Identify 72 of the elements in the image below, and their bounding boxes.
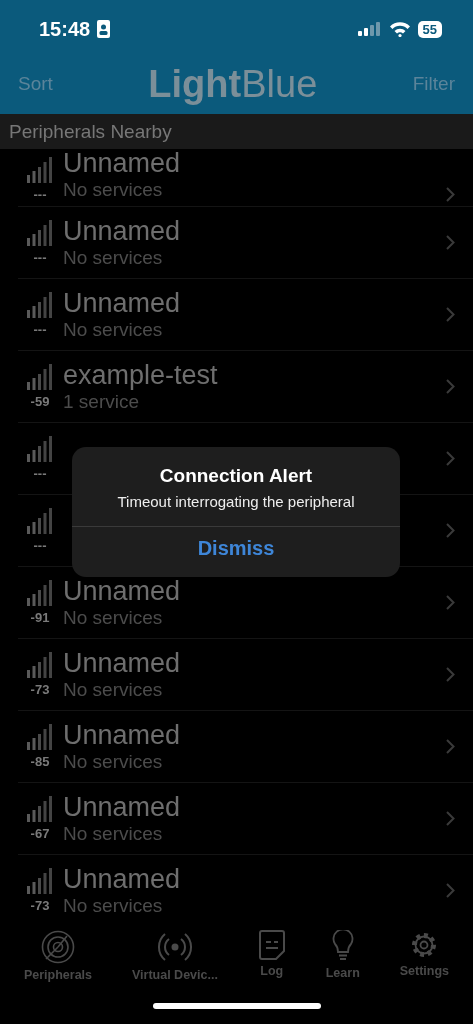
peripheral-row[interactable]: -67 Unnamed No services bbox=[18, 783, 473, 855]
peripheral-name: Unnamed bbox=[63, 287, 182, 318]
signal-strength-icon bbox=[27, 796, 53, 822]
chevron-icon bbox=[446, 883, 455, 898]
rssi-value: --- bbox=[33, 187, 47, 202]
app-logo: LightBlue bbox=[148, 62, 318, 106]
peripheral-row[interactable]: -73 Unnamed No services bbox=[18, 639, 473, 711]
peripheral-row[interactable]: --- Unnamed No services bbox=[18, 279, 473, 351]
battery-indicator: 55 bbox=[417, 20, 442, 38]
cellular-signal-icon bbox=[357, 22, 382, 36]
rssi-value: -73 bbox=[30, 898, 50, 913]
service-count: No services bbox=[63, 821, 164, 846]
signal-strength-icon bbox=[27, 868, 53, 894]
wifi-icon bbox=[388, 21, 411, 37]
rssi-value: -67 bbox=[30, 826, 50, 841]
peripheral-row[interactable]: --- Unnamed No services bbox=[18, 207, 473, 279]
service-count: No services bbox=[63, 677, 164, 702]
chevron-icon bbox=[446, 235, 455, 250]
rssi-value: --- bbox=[33, 322, 47, 337]
rssi-value: -73 bbox=[30, 682, 50, 697]
peripheral-name: Unnamed bbox=[63, 215, 182, 246]
rssi-value: -91 bbox=[30, 610, 50, 625]
peripheral-name: Unnamed bbox=[63, 719, 182, 750]
alert-title: Connection Alert bbox=[159, 465, 313, 487]
section-header: Peripherals Nearby bbox=[0, 114, 473, 149]
lightbulb-icon bbox=[330, 930, 355, 962]
peripheral-name: Unnamed bbox=[63, 647, 182, 678]
rssi-value: --- bbox=[33, 538, 47, 553]
chevron-icon bbox=[446, 307, 455, 322]
peripheral-name: Unnamed bbox=[63, 149, 182, 178]
signal-strength-icon bbox=[27, 724, 53, 750]
service-count: 1 service bbox=[63, 390, 141, 414]
peripheral-name: Unnamed bbox=[63, 863, 182, 894]
status-time: 15:48 bbox=[39, 17, 91, 41]
service-count: No services bbox=[63, 245, 164, 270]
peripheral-name: example-test bbox=[63, 359, 219, 390]
rssi-value: --- bbox=[33, 250, 47, 265]
note-icon bbox=[257, 930, 286, 960]
service-count: No services bbox=[63, 893, 164, 918]
radar-icon bbox=[41, 930, 75, 964]
service-count: No services bbox=[63, 317, 164, 342]
service-count: No services bbox=[63, 178, 164, 202]
broadcast-icon bbox=[156, 930, 193, 964]
alert-message: Timeout interrogating the peripheral bbox=[117, 493, 355, 510]
rssi-value: --- bbox=[33, 466, 47, 481]
service-count: No services bbox=[63, 749, 164, 774]
contact-card-icon bbox=[97, 20, 111, 38]
chevron-icon bbox=[446, 379, 455, 394]
signal-strength-icon bbox=[27, 220, 53, 246]
chevron-icon bbox=[446, 187, 455, 202]
service-count: No services bbox=[63, 605, 164, 630]
signal-strength-icon bbox=[27, 436, 53, 462]
rssi-value: -59 bbox=[30, 394, 50, 409]
chevron-icon bbox=[446, 595, 455, 610]
dismiss-button[interactable]: Dismiss bbox=[191, 537, 281, 560]
signal-strength-icon bbox=[27, 508, 53, 534]
peripheral-row[interactable]: --- Unnamed No services bbox=[18, 149, 473, 207]
chevron-icon bbox=[446, 523, 455, 538]
signal-strength-icon bbox=[27, 157, 53, 183]
signal-strength-icon bbox=[27, 292, 53, 318]
chevron-icon bbox=[446, 667, 455, 682]
peripheral-name: Unnamed bbox=[63, 791, 182, 822]
chevron-icon bbox=[446, 739, 455, 754]
peripheral-name: Unnamed bbox=[63, 575, 182, 606]
chevron-icon bbox=[446, 451, 455, 466]
peripheral-row[interactable]: -85 Unnamed No services bbox=[18, 711, 473, 783]
chevron-icon bbox=[446, 811, 455, 826]
signal-strength-icon bbox=[27, 652, 53, 678]
signal-strength-icon bbox=[27, 580, 53, 606]
signal-strength-icon bbox=[27, 364, 53, 390]
rssi-value: -85 bbox=[30, 754, 50, 769]
peripheral-row[interactable]: -59 example-test 1 service bbox=[18, 351, 473, 423]
